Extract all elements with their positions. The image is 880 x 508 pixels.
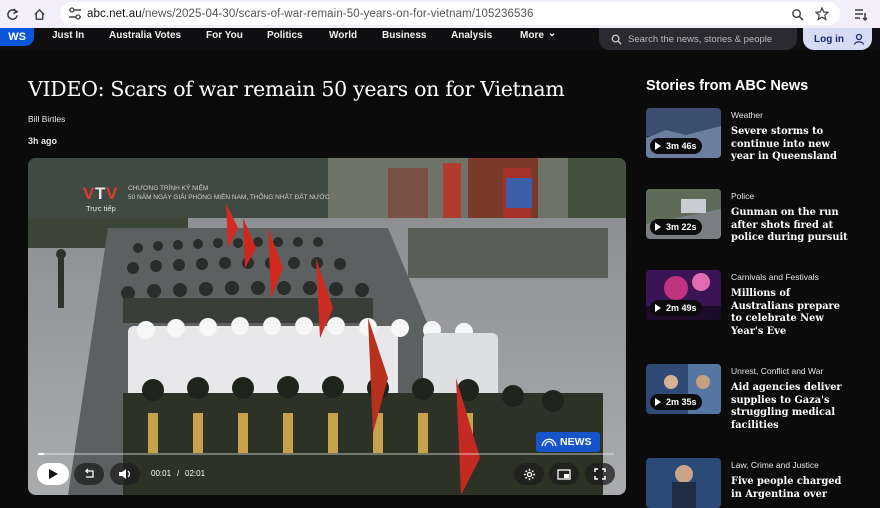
story-title[interactable]: Millions of Australians prepare to celeb… [731,288,849,338]
site-settings-icon[interactable] [68,7,82,20]
volume-button[interactable] [110,463,140,485]
url-host: abc.net.au [87,7,142,20]
video-player[interactable]: V T V Trực tiếp CHƯƠNG TRÌNH KỶ NIỆM 50 … [28,158,626,495]
browser-toolbar: abc.net.au/news/2025-04-30/scars-of-war-… [0,0,880,28]
replay-button[interactable] [74,463,104,485]
story-duration: 2m 35s [650,394,702,410]
reading-list-icon[interactable] [850,3,872,25]
vtv-live-label: Trực tiếp [86,204,116,213]
nav-world[interactable]: World [329,30,357,41]
login-label: Log in [814,33,844,45]
search-placeholder: Search the news, stories & people [628,33,773,45]
article-headline: VIDEO: Scars of war remain 50 years on f… [28,77,565,101]
current-time: 00:01 [151,469,172,478]
story-duration: 2m 49s [650,300,702,316]
login-button[interactable]: Log in [803,28,872,50]
play-icon [49,469,58,479]
abc-news-watermark: NEWS [536,432,600,452]
story-duration-text: 3m 46s [666,141,697,151]
play-icon [655,142,661,150]
story-thumbnail[interactable]: 2m 49s [646,270,721,320]
story-duration: 3m 22s [650,219,702,235]
nav-more[interactable]: More [520,30,556,41]
svg-text:T: T [95,184,106,202]
story-duration-text: 2m 35s [666,397,697,407]
search-icon [611,34,622,45]
story-thumbnail[interactable]: 3m 46s [646,108,721,158]
abc-news-badge-text: NEWS [560,436,592,448]
reload-icon[interactable] [1,3,23,25]
story-duration-text: 3m 22s [666,222,697,232]
abc-logo-icon [541,438,557,447]
story-duration-text: 2m 49s [666,303,697,313]
picture-in-picture-button[interactable] [549,463,579,485]
story-category[interactable]: Police [731,191,754,201]
story-category[interactable]: Weather [731,110,763,120]
vtv-logo: V T V [83,184,118,202]
time-separator: / [177,469,180,478]
story-thumbnail[interactable]: 2m 35s [646,364,721,414]
settings-button[interactable] [514,463,544,485]
story-category[interactable]: Unrest, Conflict and War [731,366,823,376]
video-progress-bar[interactable] [38,453,614,455]
play-button[interactable] [37,463,69,485]
play-icon [655,223,661,231]
svg-text:V: V [83,184,95,202]
story-thumbnail[interactable] [646,458,721,508]
story-title[interactable]: Gunman on the run after shots fired at p… [731,207,849,245]
sidebar-title: Stories from ABC News [646,78,809,94]
address-bar[interactable]: abc.net.au/news/2025-04-30/scars-of-war-… [60,2,840,25]
bookmark-star-icon[interactable] [811,3,833,25]
nav-for-you[interactable]: For You [206,30,243,41]
play-icon [655,304,661,312]
play-icon [655,398,661,406]
nav-analysis[interactable]: Analysis [451,30,492,41]
search-input[interactable]: Search the news, stories & people [599,28,797,50]
article-byline[interactable]: Bill Birtles [28,114,65,124]
home-icon[interactable] [28,3,50,25]
nav-just-in[interactable]: Just In [52,30,84,41]
nav-business[interactable]: Business [382,30,426,41]
story-category[interactable]: Law, Crime and Justice [731,460,819,470]
zoom-icon[interactable] [786,3,808,25]
story-category[interactable]: Carnivals and Festivals [731,272,819,282]
fullscreen-icon [594,468,606,480]
svg-text:V: V [106,184,118,202]
volume-icon [119,469,131,479]
url-text: abc.net.au/news/2025-04-30/scars-of-war-… [87,8,534,20]
abc-news-logo[interactable]: WS [0,28,34,46]
story-title[interactable]: Aid agencies deliver supplies to Gaza's … [731,382,849,432]
gear-icon [523,468,535,480]
nav-australia-votes[interactable]: Australia Votes [109,30,181,41]
fullscreen-button[interactable] [585,463,615,485]
total-duration: 02:01 [185,469,206,478]
vtv-caption-line-2: 50 NĂM NGÀY GIẢI PHÓNG MIỀN NAM, THỐNG N… [128,194,330,201]
url-path: /news/2025-04-30/scars-of-war-remain-50-… [141,7,534,20]
article-timestamp: 3h ago [28,136,58,146]
story-title[interactable]: Severe storms to continue into new year … [731,126,849,164]
story-duration: 3m 46s [650,138,702,154]
vtv-caption-line-1: CHƯƠNG TRÌNH KỶ NIỆM [128,185,209,192]
story-thumbnail[interactable]: 3m 22s [646,189,721,239]
story-title[interactable]: Five people charged in Argentina over [731,476,849,501]
replay-icon [85,468,94,478]
nav-politics[interactable]: Politics [267,30,303,41]
user-icon [853,33,865,45]
pip-icon [557,468,571,480]
video-progress-fill [38,453,44,455]
vtv-caption: CHƯƠNG TRÌNH KỶ NIỆM 50 NĂM NGÀY GIẢI PH… [128,184,330,202]
